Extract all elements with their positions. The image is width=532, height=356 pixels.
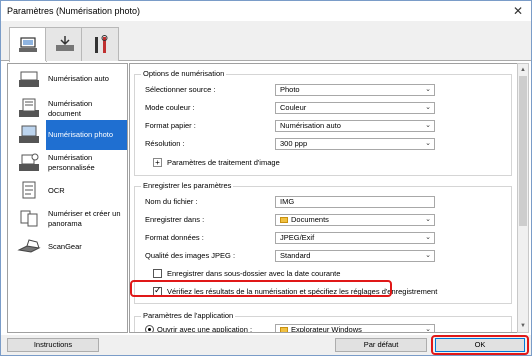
sidebar-item-custom-scan[interactable]: Numérisation personnalisée [8,148,127,178]
resolution-label: Résolution : [145,139,185,148]
jpeg-quality-value: Standard [280,251,311,260]
document-scan-icon [19,98,39,117]
resolution-select[interactable]: 300 ppp ⌄ [275,138,435,150]
tools-icon [95,35,108,53]
group-title: Enregistrer les paramètres [141,181,234,190]
photo-scan-icon [19,125,39,143]
auto-scan-icon [19,71,39,87]
sidebar-item-label: Numérisation auto [48,74,109,83]
chevron-down-icon: ⌄ [425,234,431,241]
settings-panel: Options de numérisation Sélectionner sou… [129,63,517,333]
save-in-label: Enregistrer dans : [145,215,205,224]
color-mode-label: Mode couleur : [145,103,195,112]
paper-size-value: Numérisation auto [280,121,341,130]
chevron-down-icon: ⌄ [425,86,431,93]
subfolder-row: Enregistrer dans sous-dossier avec la da… [145,268,505,280]
instructions-button[interactable]: Instructions [7,338,99,352]
chevron-down-icon: ⌄ [425,104,431,111]
chevron-down-icon: ⌄ [425,140,431,147]
resolution-value: 300 ppp [280,139,308,148]
scangear-icon [17,239,41,253]
source-select[interactable]: Photo ⌄ [275,84,435,96]
file-name-row: Nom du fichier : IMG [145,196,505,208]
expand-button[interactable]: + [153,158,162,167]
defaults-button[interactable]: Par défaut [335,338,427,352]
open-with-value: Explorateur Windows [291,325,362,333]
ok-highlight-frame [431,335,529,355]
sidebar-item-auto-scan[interactable]: Numérisation auto [8,64,127,94]
subfolder-label: Enregistrer dans sous-dossier avec la da… [167,269,341,278]
data-format-value: JPEG/Exif [280,233,315,242]
resolution-row: Résolution : 300 ppp ⌄ [145,138,505,150]
folder-icon [280,327,288,332]
chevron-down-icon: ⌄ [425,252,431,259]
window-title: Paramètres (Numérisation photo) [7,6,141,16]
image-processing-label[interactable]: Paramètres de traitement d'image [167,158,280,167]
title-bar: Paramètres (Numérisation photo) ✕ [1,1,531,21]
subfolder-checkbox[interactable] [153,269,162,278]
custom-scan-icon [19,153,39,171]
general-settings-tab[interactable] [81,27,119,61]
sidebar-item-photo-scan[interactable]: Numérisation photo [8,120,127,150]
sidebar-item-label: Numérisation personnalisée [48,153,95,172]
color-mode-value: Couleur [280,103,307,112]
data-format-row: Format données : JPEG/Exif ⌄ [145,232,505,244]
computer-scan-icon [19,37,37,52]
vertical-scrollbar[interactable]: ▲ ▼ [517,63,529,333]
open-with-row: Ouvrir avec une application : Explorateu… [145,324,505,333]
paper-size-label: Format papier : [145,121,196,130]
settings-window: Paramètres (Numérisation photo) ✕ Numéri… [0,0,532,356]
folder-icon [280,217,288,223]
source-value: Photo [280,85,300,94]
paper-size-row: Format papier : Numérisation auto ⌄ [145,120,505,132]
scroll-thumb[interactable] [519,76,527,226]
chevron-down-icon: ⌄ [425,216,431,223]
data-format-label: Format données : [145,233,204,242]
jpeg-quality-select[interactable]: Standard ⌄ [275,250,435,262]
open-with-radio[interactable] [145,325,154,332]
source-label: Sélectionner source : [145,85,216,94]
chevron-down-icon: ⌄ [425,122,431,129]
save-in-value: Documents [291,215,329,224]
open-with-select[interactable]: Explorateur Windows ⌄ [275,324,435,333]
chevron-down-icon: ⌄ [425,326,431,333]
verify-highlight-frame [130,280,392,297]
scroll-up-icon[interactable]: ▲ [518,64,528,76]
group-title: Paramètres de l'application [141,311,236,320]
panel-scan-icon [56,36,74,51]
sidebar-item-label: Numérisation photo [46,120,127,150]
paper-size-select[interactable]: Numérisation auto ⌄ [275,120,435,132]
tab-strip [1,21,531,62]
sidebar-item-ocr[interactable]: OCR [8,176,127,206]
save-in-select[interactable]: Documents ⌄ [275,214,435,226]
jpeg-quality-label: Qualité des images JPEG : [145,251,236,260]
panorama-icon [20,210,38,227]
color-mode-select[interactable]: Couleur ⌄ [275,102,435,114]
source-row: Sélectionner source : Photo ⌄ [145,84,505,96]
sidebar-item-label: ScanGear [48,242,82,251]
scan-mode-sidebar: Numérisation auto Numérisation document … [7,63,128,333]
open-with-label: Ouvrir avec une application : [157,325,253,333]
save-in-row: Enregistrer dans : Documents ⌄ [145,214,505,226]
data-format-select[interactable]: JPEG/Exif ⌄ [275,232,435,244]
sidebar-item-panorama[interactable]: Numériser et créer un panorama [8,204,127,234]
sidebar-item-label: Numériser et créer un panorama [48,209,121,228]
close-icon[interactable]: ✕ [509,4,527,18]
group-title: Options de numérisation [141,69,227,78]
ocr-icon [22,181,36,199]
color-mode-row: Mode couleur : Couleur ⌄ [145,102,505,114]
sidebar-item-scangear[interactable]: ScanGear [8,232,127,262]
scan-from-computer-tab[interactable] [9,27,47,62]
scan-options-group: Options de numérisation Sélectionner sou… [134,69,512,176]
sidebar-item-label: OCR [48,186,65,195]
file-name-input[interactable]: IMG [275,196,435,208]
app-settings-group: Paramètres de l'application Ouvrir avec … [134,311,512,333]
jpeg-quality-row: Qualité des images JPEG : Standard ⌄ [145,250,505,262]
file-name-label: Nom du fichier : [145,197,198,206]
image-processing-row: + Paramètres de traitement d'image [145,157,505,169]
scan-from-panel-tab[interactable] [45,27,83,61]
scroll-down-icon[interactable]: ▼ [518,320,528,332]
